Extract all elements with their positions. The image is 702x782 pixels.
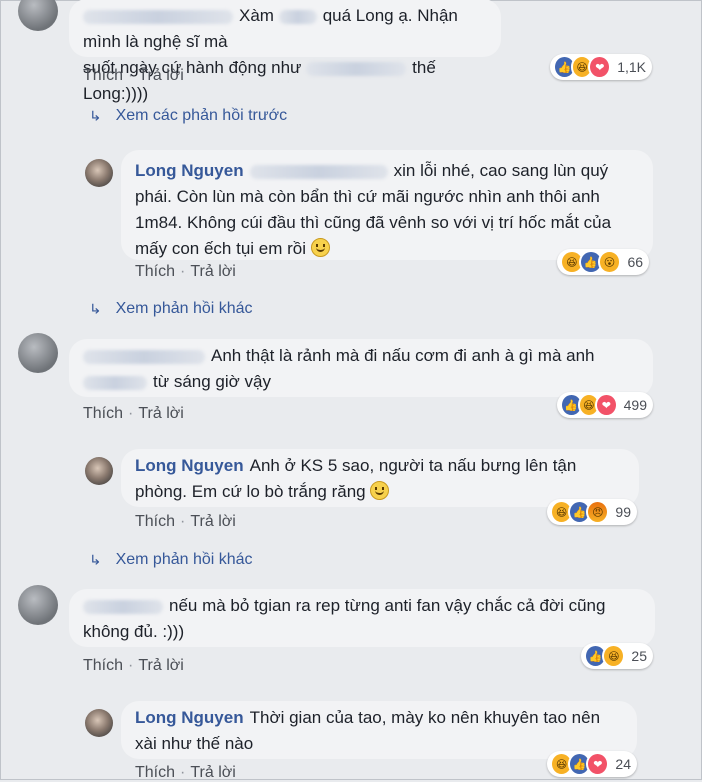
reply-link[interactable]: Trả lời bbox=[138, 405, 183, 422]
reaction-count: 1,1K bbox=[617, 59, 647, 75]
reply-link[interactable]: Trả lời bbox=[190, 764, 235, 781]
separator: · bbox=[180, 513, 186, 530]
blurred-text bbox=[83, 375, 147, 390]
reply-author-link[interactable]: Long Nguyen bbox=[135, 708, 244, 727]
reply-arrow-icon: ↳ bbox=[89, 108, 102, 125]
like-link[interactable]: Thích bbox=[135, 764, 175, 781]
commenter-avatar[interactable] bbox=[18, 585, 58, 625]
reply-text: mấy con ếch tụi em rồi bbox=[135, 239, 307, 258]
reply-author-link[interactable]: Long Nguyen bbox=[135, 456, 244, 475]
view-more-replies-link[interactable]: ↳ Xem phản hồi khác bbox=[89, 300, 253, 318]
reaction-summary[interactable]: 👍 😆 ❤ 499 bbox=[557, 392, 653, 418]
wow-reaction-icon: 😮 bbox=[597, 250, 622, 274]
smile-emoji-icon bbox=[310, 238, 330, 257]
comment-text: Xàm bbox=[239, 6, 274, 25]
reaction-count: 99 bbox=[615, 504, 631, 520]
angry-reaction-icon: 😠 bbox=[586, 500, 610, 524]
blurred-name bbox=[83, 349, 205, 364]
reply-link[interactable]: Trả lời bbox=[190, 513, 235, 530]
reply-text: phòng. Em cứ lo bò trắng răng bbox=[135, 482, 366, 501]
reply-text: xin lỗi nhé, cao sang lùn quý bbox=[393, 161, 609, 180]
separator: · bbox=[128, 657, 134, 674]
separator: · bbox=[180, 764, 186, 781]
reply-avatar[interactable] bbox=[85, 709, 113, 737]
reaction-count: 24 bbox=[615, 756, 631, 772]
comment-bubble: Xàm quá Long ạ. Nhận mình là nghệ sĩ mà … bbox=[69, 0, 501, 103]
love-reaction-icon: ❤ bbox=[586, 752, 610, 776]
commenter-avatar[interactable] bbox=[18, 0, 58, 31]
love-reaction-icon: ❤ bbox=[595, 393, 618, 417]
like-link[interactable]: Thích bbox=[83, 405, 123, 422]
separator: · bbox=[128, 67, 134, 84]
reply-text: 1m84. Không cúi đầu thì cũng đã vênh so … bbox=[135, 213, 612, 232]
reply-text: xài như thế nào bbox=[135, 734, 254, 753]
reply-text: Thời gian của tao, mày ko nên khuyên tao… bbox=[249, 708, 601, 727]
comment-text: nếu mà bỏ tgian ra rep từng anti fan vậy… bbox=[169, 596, 606, 615]
love-reaction-icon: ❤ bbox=[588, 55, 612, 79]
reaction-summary[interactable]: 😆 👍 ❤ 24 bbox=[547, 751, 637, 777]
reply-avatar[interactable] bbox=[85, 457, 113, 485]
like-link[interactable]: Thích bbox=[135, 263, 175, 280]
reaction-summary[interactable]: 😆 👍 😮 66 bbox=[557, 249, 649, 275]
reply-actions: Thích · Trả lời bbox=[135, 513, 236, 531]
smile-emoji-icon bbox=[370, 481, 390, 500]
like-link[interactable]: Thích bbox=[135, 513, 175, 530]
reaction-count: 499 bbox=[623, 397, 647, 413]
like-link[interactable]: Thích bbox=[83, 67, 123, 84]
reaction-summary[interactable]: 👍 😆 25 bbox=[581, 643, 653, 669]
reply-actions: Thích · Trả lời bbox=[135, 764, 236, 782]
reaction-summary[interactable]: 😆 👍 😠 99 bbox=[547, 499, 637, 525]
reply-text: Anh ở KS 5 sao, người ta nấu bưng lên tậ… bbox=[249, 456, 577, 475]
comment-text: Anh thật là rảnh mà đi nấu cơm đi anh à … bbox=[211, 346, 595, 365]
reaction-count: 25 bbox=[631, 648, 647, 664]
reply-actions: Thích · Trả lời bbox=[135, 263, 236, 281]
separator: · bbox=[180, 263, 186, 280]
view-more-replies-label: Xem phản hồi khác bbox=[115, 300, 253, 317]
comment-bubble: nếu mà bỏ tgian ra rep từng anti fan vậy… bbox=[69, 589, 655, 647]
reply-text: phái. Còn lùn mà còn bẩn thì cứ mãi ngướ… bbox=[135, 187, 600, 206]
blurred-text bbox=[306, 61, 407, 76]
reply-link[interactable]: Trả lời bbox=[138, 657, 183, 674]
comment-actions: Thích · Trả lời bbox=[83, 67, 184, 85]
comment-text: không đủ. :))) bbox=[83, 622, 185, 641]
blurred-name bbox=[83, 9, 233, 24]
reply-link[interactable]: Trả lời bbox=[138, 67, 183, 84]
blurred-text bbox=[249, 164, 388, 179]
haha-reaction-icon: 😆 bbox=[602, 644, 626, 668]
comment-actions: Thích · Trả lời bbox=[83, 405, 184, 423]
reply-link[interactable]: Trả lời bbox=[190, 263, 235, 280]
like-link[interactable]: Thích bbox=[83, 657, 123, 674]
reaction-summary[interactable]: 👍 😆 ❤ 1,1K bbox=[550, 54, 652, 80]
comment-actions: Thích · Trả lời bbox=[83, 657, 184, 675]
view-more-replies-link[interactable]: ↳ Xem phản hồi khác bbox=[89, 551, 253, 569]
reply-author-link[interactable]: Long Nguyen bbox=[135, 161, 244, 180]
reply-bubble: Long Nguyen xin lỗi nhé, cao sang lùn quý… bbox=[121, 150, 653, 260]
comment-text: từ sáng giờ vậy bbox=[153, 372, 271, 391]
separator: · bbox=[128, 405, 134, 422]
comment-bubble: Anh thật là rảnh mà đi nấu cơm đi anh à … bbox=[69, 339, 653, 397]
commenter-avatar[interactable] bbox=[18, 333, 58, 373]
reply-arrow-icon: ↳ bbox=[89, 552, 102, 569]
view-previous-replies-link[interactable]: ↳ Xem các phản hồi trước bbox=[89, 107, 287, 125]
view-more-replies-label: Xem phản hồi khác bbox=[115, 551, 253, 568]
reply-arrow-icon: ↳ bbox=[89, 301, 102, 318]
reaction-count: 66 bbox=[627, 254, 644, 270]
reply-avatar[interactable] bbox=[85, 159, 113, 187]
blurred-name bbox=[83, 599, 163, 614]
blurred-text bbox=[278, 9, 317, 24]
view-previous-replies-label: Xem các phản hồi trước bbox=[115, 107, 288, 124]
